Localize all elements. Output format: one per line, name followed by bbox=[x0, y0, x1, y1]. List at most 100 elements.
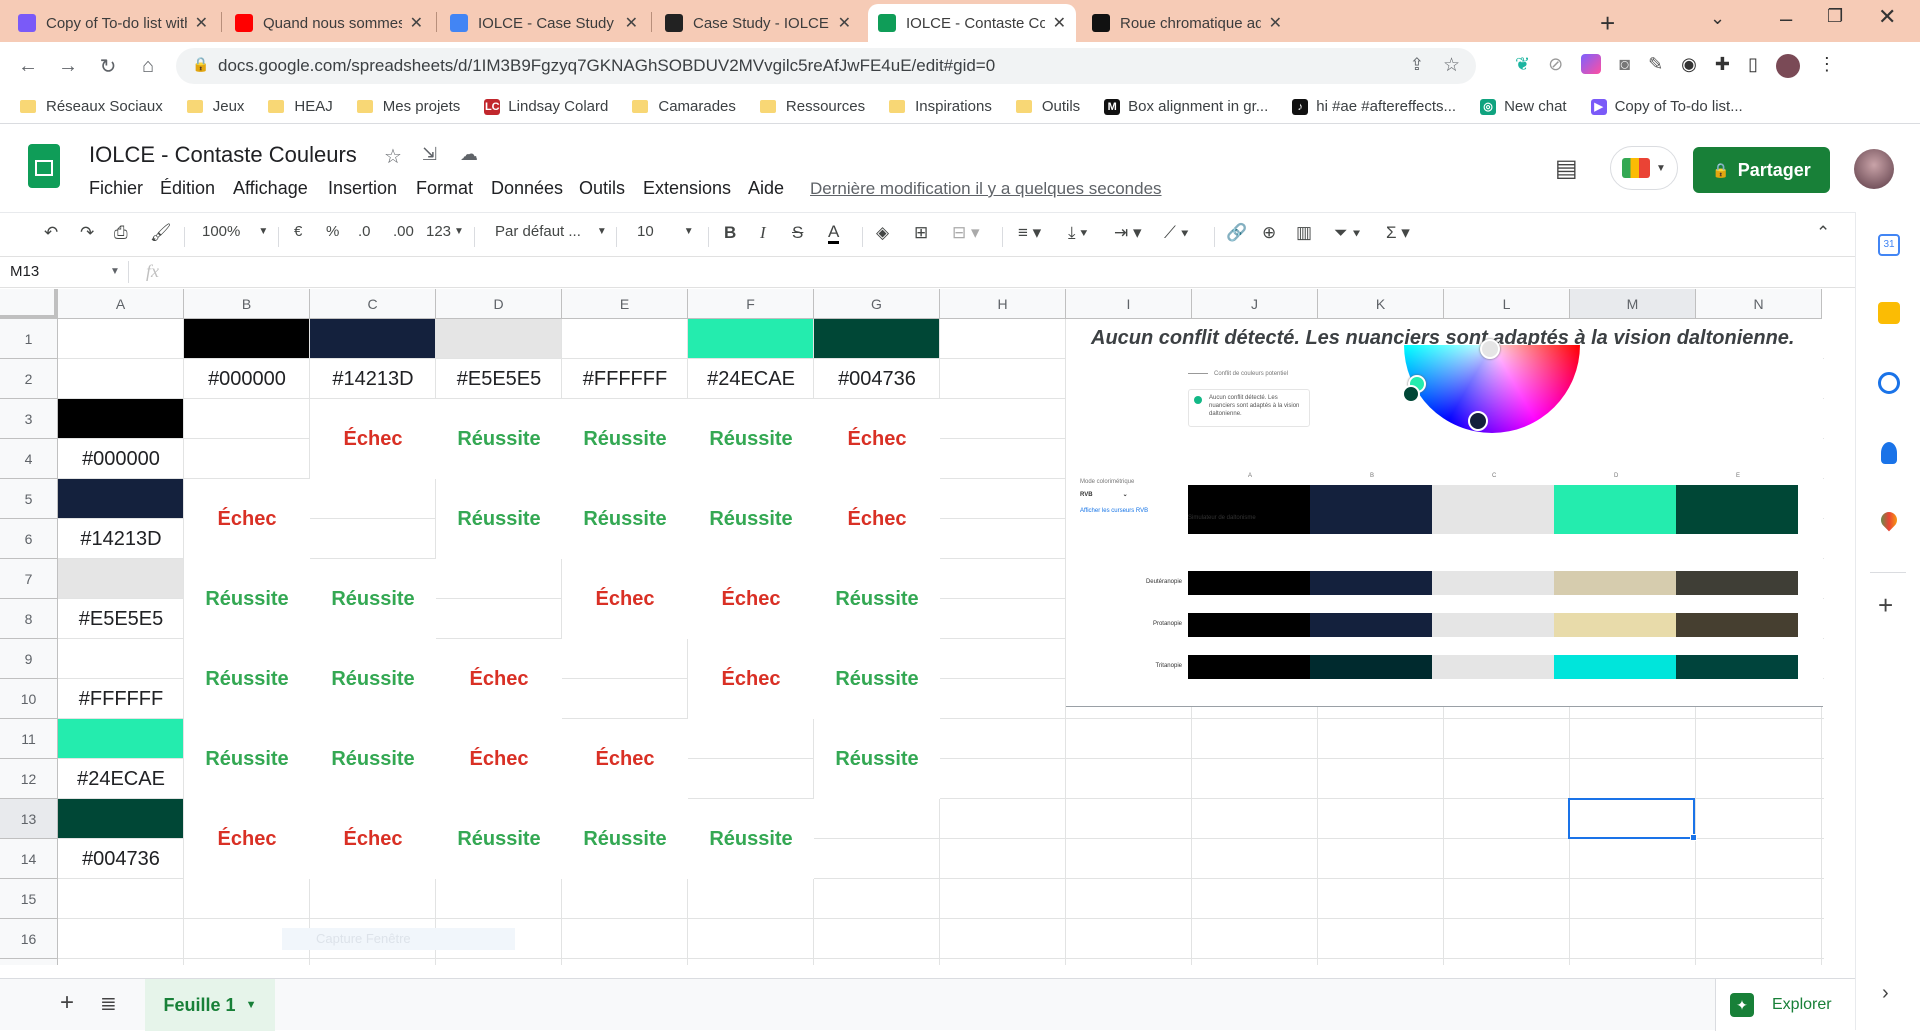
bookmark-star-icon[interactable]: ☆ bbox=[1443, 54, 1460, 77]
row-header[interactable]: 6 bbox=[0, 519, 58, 559]
contrast-result-cell[interactable]: Échec bbox=[814, 399, 940, 479]
color-swatch-cell[interactable] bbox=[58, 639, 183, 678]
star-icon[interactable]: ☆ bbox=[384, 144, 402, 169]
bookmark-item[interactable]: ◎ New chat bbox=[1480, 98, 1567, 115]
row-header[interactable]: 15 bbox=[0, 879, 58, 919]
contrast-result-cell[interactable]: Réussite bbox=[184, 639, 310, 719]
browser-tab[interactable]: IOLCE - Case Study - Googl ✕ bbox=[440, 4, 648, 42]
formula-input[interactable] bbox=[180, 259, 1840, 285]
add-sheet-icon[interactable]: + bbox=[60, 989, 74, 1017]
contrast-result-cell[interactable]: Échec bbox=[562, 719, 688, 799]
account-avatar[interactable] bbox=[1854, 149, 1894, 189]
column-header[interactable]: L bbox=[1444, 289, 1570, 319]
share-page-icon[interactable]: ⇪ bbox=[1410, 55, 1424, 75]
home-icon[interactable]: ⌂ bbox=[134, 52, 162, 80]
tab-close-icon[interactable]: ✕ bbox=[410, 13, 423, 33]
menu-item[interactable]: Affichage bbox=[233, 178, 308, 199]
insert-link-icon[interactable]: 🔗 bbox=[1226, 223, 1247, 243]
bookmark-item[interactable]: Réseaux Sociaux bbox=[20, 98, 163, 115]
borders-icon[interactable]: ⊞ bbox=[914, 223, 928, 243]
hex-cell[interactable]: #24ECAE bbox=[688, 359, 814, 399]
color-swatch-cell[interactable] bbox=[562, 319, 687, 358]
forward-icon[interactable]: → bbox=[54, 52, 82, 80]
hex-cell[interactable]: #14213D bbox=[58, 519, 184, 559]
column-header[interactable]: N bbox=[1696, 289, 1822, 319]
minimize-icon[interactable]: – bbox=[1780, 6, 1792, 32]
row-header[interactable]: 17 bbox=[0, 959, 58, 965]
number-format-select[interactable]: 123 ▼ bbox=[426, 223, 464, 240]
color-swatch-cell[interactable] bbox=[310, 319, 435, 358]
color-swatch-cell[interactable] bbox=[436, 319, 561, 358]
contrast-result-cell[interactable]: Réussite bbox=[436, 399, 562, 479]
increase-decimals-button[interactable]: .00 bbox=[393, 223, 414, 240]
column-header[interactable]: M bbox=[1570, 289, 1696, 319]
text-wrap-icon[interactable]: ⇥ ▾ bbox=[1114, 223, 1142, 243]
contrast-result-cell[interactable]: Réussite bbox=[688, 799, 814, 879]
row-header[interactable]: 16 bbox=[0, 919, 58, 959]
palette-swatch[interactable] bbox=[1676, 485, 1798, 534]
color-swatch-cell[interactable] bbox=[58, 479, 183, 518]
rgb-sliders-link[interactable]: Afficher les curseurs RVB bbox=[1080, 508, 1148, 514]
color-swatch-cell[interactable] bbox=[58, 399, 183, 438]
column-header[interactable]: C bbox=[310, 289, 436, 319]
browser-menu-icon[interactable]: ⋮ bbox=[1818, 54, 1836, 78]
column-header[interactable]: F bbox=[688, 289, 814, 319]
tab-close-icon[interactable]: ✕ bbox=[1053, 13, 1066, 33]
row-header[interactable]: 9 bbox=[0, 639, 58, 679]
window-close-icon[interactable]: ✕ bbox=[1878, 4, 1896, 30]
contrast-result-cell[interactable]: Réussite bbox=[436, 479, 562, 559]
bookmark-item[interactable]: Inspirations bbox=[889, 98, 992, 115]
color-swatch-cell[interactable] bbox=[184, 319, 309, 358]
bookmark-item[interactable]: ♪ hi #ae #aftereffects... bbox=[1292, 98, 1456, 115]
wheel-handle-darkgreen[interactable] bbox=[1402, 385, 1420, 403]
color-swatch-cell[interactable] bbox=[688, 319, 813, 358]
column-header[interactable]: K bbox=[1318, 289, 1444, 319]
tab-close-icon[interactable]: ✕ bbox=[1269, 13, 1282, 33]
contrast-result-cell[interactable]: Échec bbox=[184, 799, 310, 879]
bookmark-item[interactable]: Camarades bbox=[632, 98, 736, 115]
text-rotation-icon[interactable]: ⟋ ▾ bbox=[1164, 223, 1189, 243]
row-header[interactable]: 12 bbox=[0, 759, 58, 799]
google-sheets-logo-icon[interactable] bbox=[28, 144, 60, 188]
contrast-result-cell[interactable]: Échec bbox=[814, 479, 940, 559]
horizontal-align-icon[interactable]: ≡ ▾ bbox=[1018, 223, 1041, 243]
column-header[interactable]: E bbox=[562, 289, 688, 319]
contrast-result-cell[interactable]: Réussite bbox=[436, 799, 562, 879]
extension-camera-icon[interactable]: ◙ bbox=[1619, 54, 1630, 78]
column-header[interactable]: G bbox=[814, 289, 940, 319]
row-header[interactable]: 14 bbox=[0, 839, 58, 879]
fill-handle[interactable] bbox=[1690, 834, 1697, 841]
name-box[interactable]: M13 bbox=[10, 263, 39, 280]
keep-icon[interactable] bbox=[1878, 302, 1900, 324]
cloud-status-icon[interactable]: ☁ bbox=[460, 144, 478, 165]
contrast-result-cell[interactable]: Réussite bbox=[814, 559, 940, 639]
color-swatch-cell[interactable] bbox=[814, 319, 939, 358]
tasks-icon[interactable] bbox=[1878, 372, 1900, 394]
extensions-puzzle-icon[interactable]: ✚ bbox=[1715, 54, 1730, 78]
browser-tab[interactable]: Copy of To-do list with prog ✕ bbox=[8, 4, 218, 42]
meet-button[interactable]: ▼ bbox=[1610, 146, 1678, 190]
document-title[interactable]: IOLCE - Contaste Couleurs bbox=[89, 142, 357, 168]
profile-avatar[interactable] bbox=[1775, 54, 1800, 78]
contrast-result-cell[interactable]: Réussite bbox=[562, 399, 688, 479]
mode-select[interactable]: RVB ⌄ bbox=[1080, 491, 1128, 498]
expand-panel-icon[interactable]: › bbox=[1882, 982, 1889, 1005]
row-header[interactable]: 7 bbox=[0, 559, 58, 599]
sheet-tab-feuille1[interactable]: Feuille 1 ▼ bbox=[145, 979, 275, 1031]
italic-icon[interactable]: I bbox=[760, 223, 766, 243]
bookmark-item[interactable]: Mes projets bbox=[356, 98, 460, 115]
tab-close-icon[interactable]: ✕ bbox=[838, 13, 851, 33]
reload-icon[interactable]: ↻ bbox=[94, 52, 122, 80]
row-header[interactable]: 11 bbox=[0, 719, 58, 759]
row-header[interactable]: 10 bbox=[0, 679, 58, 719]
browser-tab[interactable]: Case Study - IOLCE - Lindsa ✕ bbox=[655, 4, 861, 42]
insert-chart-icon[interactable]: ▥ bbox=[1296, 223, 1312, 243]
hex-cell[interactable]: #FFFFFF bbox=[562, 359, 688, 399]
hex-cell[interactable]: #004736 bbox=[58, 839, 184, 879]
share-button[interactable]: 🔒 Partager bbox=[1693, 147, 1830, 193]
explore-button[interactable]: ✦ Explorer bbox=[1715, 979, 1855, 1031]
paint-format-icon[interactable]: 🖌 bbox=[150, 223, 172, 243]
color-swatch-cell[interactable] bbox=[58, 559, 183, 598]
contrast-result-cell[interactable]: Échec bbox=[184, 479, 310, 559]
back-icon[interactable]: ← bbox=[14, 52, 42, 80]
